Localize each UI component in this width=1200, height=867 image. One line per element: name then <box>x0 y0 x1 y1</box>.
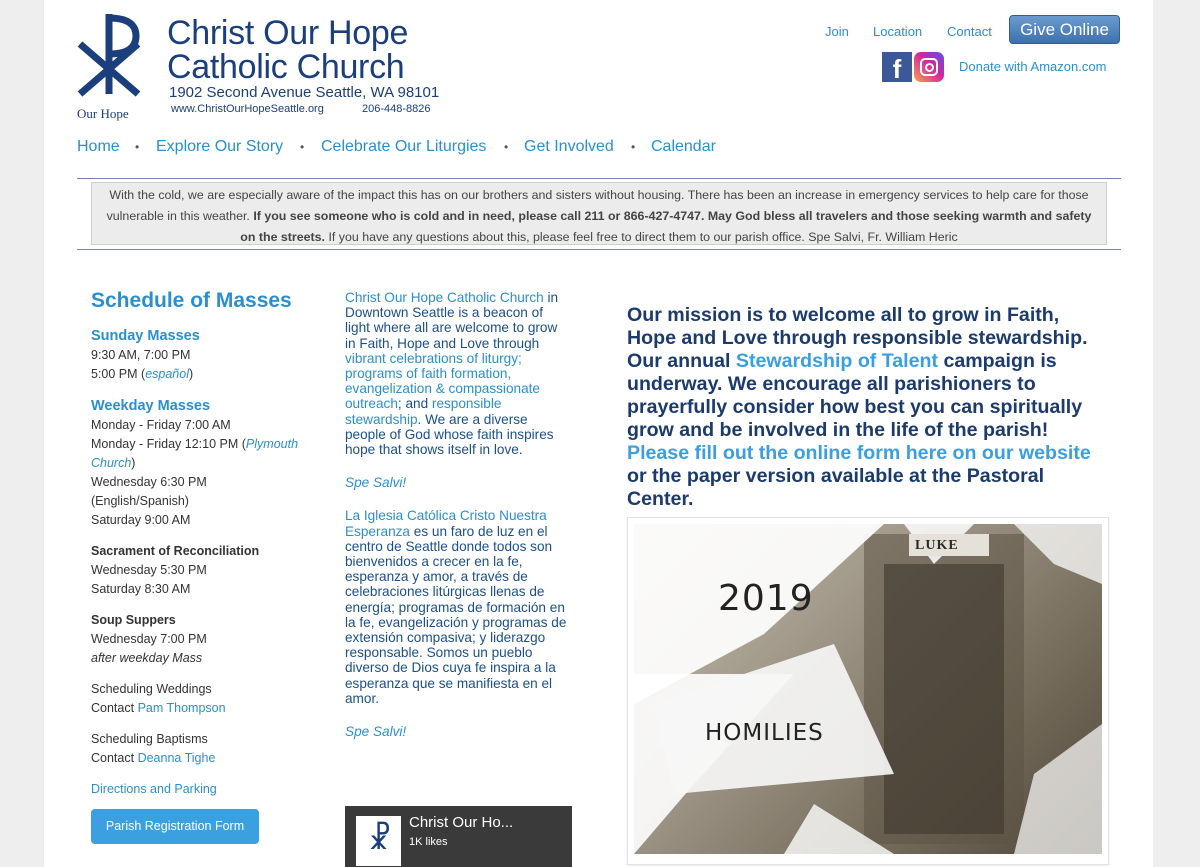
directions-parking-link[interactable]: Directions and Parking <box>91 782 217 796</box>
facebook-page-likes: 1K likes <box>409 836 448 848</box>
contact-link[interactable]: Contact <box>947 24 992 39</box>
weekday-masses-heading: Weekday Masses <box>91 398 211 414</box>
baptisms-label: Scheduling Baptisms <box>91 732 208 746</box>
facebook-page-title[interactable]: Christ Our Ho... <box>409 814 513 831</box>
sunday-times: 9:30 AM, 7:00 PM <box>91 348 191 362</box>
church-name-line1: Christ Our Hope <box>167 14 409 52</box>
about-parish: Christ Our Hope Catholic Church in Downt… <box>345 290 571 757</box>
weekday-time: Saturday 9:00 AM <box>91 513 191 527</box>
location-link[interactable]: Location <box>873 24 922 39</box>
nav-calendar[interactable]: Calendar <box>651 138 716 156</box>
nav-separator: • <box>135 140 140 154</box>
weddings-label: Scheduling Weddings <box>91 682 212 696</box>
facebook-page-thumbnail: ☧ <box>356 816 401 866</box>
notice-divider-bottom <box>77 249 1121 250</box>
nav-celebrate-our-liturgies[interactable]: Celebrate Our Liturgies <box>321 138 486 156</box>
spe-salvi-spanish: Spe Salvi! <box>345 724 407 740</box>
soup-suppers-heading: Soup Suppers <box>91 613 176 627</box>
church-website: www.ChristOurHopeSeattle.org <box>171 103 324 115</box>
reconciliation-time: Wednesday 5:30 PM <box>91 563 207 577</box>
promo-title: HOMILIES <box>705 720 824 746</box>
nav-explore-our-story[interactable]: Explore Our Story <box>156 138 283 156</box>
homilies-promo[interactable]: LUKE 2019 HOMILIES <box>627 517 1109 865</box>
nav-separator: • <box>631 140 636 154</box>
facebook-icon[interactable]: f <box>882 52 912 84</box>
cold-weather-notice: With the cold, we are especially aware o… <box>91 182 1107 245</box>
join-link[interactable]: Join <box>825 24 849 39</box>
nav-get-involved[interactable]: Get Involved <box>524 138 614 156</box>
logo-text: Our Hope <box>77 106 129 121</box>
about-english: Christ Our Hope Catholic Church in Downt… <box>345 290 559 458</box>
reconciliation-heading: Sacrament of Reconciliation <box>91 544 260 558</box>
nav-separator: • <box>504 140 509 154</box>
nav-home[interactable]: Home <box>77 138 120 156</box>
deanna-tighe-link[interactable]: Deanna Tighe <box>138 751 216 765</box>
facebook-page-widget[interactable]: ☧ Christ Our Ho... 1K likes <box>345 806 572 867</box>
soup-suppers-time: Wednesday 7:00 PM <box>91 632 207 646</box>
page: Our Hope Christ Our Hope Catholic Church… <box>44 0 1153 867</box>
church-name-line2: Catholic Church <box>167 48 405 86</box>
weekday-language: (English/Spanish) <box>91 494 189 508</box>
church-phone: 206-448-8826 <box>362 103 431 115</box>
sunday-spanish-time: 5:00 PM (español) <box>91 367 194 381</box>
give-online-button[interactable]: Give Online <box>1009 15 1120 44</box>
online-form-link[interactable]: Please fill out the online form here on … <box>627 442 1091 464</box>
sunday-masses-heading: Sunday Masses <box>91 328 200 344</box>
nav-separator: • <box>300 140 305 154</box>
schedule-title: Schedule of Masses <box>91 289 292 312</box>
about-spanish: La Iglesia Católica Cristo Nuestra Esper… <box>345 508 567 706</box>
stewardship-of-talent-link[interactable]: Stewardship of Talent <box>736 350 938 372</box>
weekday-time: Wednesday 6:30 PM <box>91 475 207 489</box>
spe-salvi: Spe Salvi! <box>345 475 407 491</box>
donate-amazon-link[interactable]: Donate with Amazon.com <box>959 59 1106 74</box>
church-link[interactable]: Christ Our Hope Catholic Church <box>345 290 544 305</box>
notice-text-end: If you have any questions about this, pl… <box>325 230 958 244</box>
church-address: 1902 Second Avenue Seattle, WA 98101 <box>169 84 440 101</box>
espanol-link[interactable]: español <box>145 367 189 381</box>
weekday-time-plymouth: Monday - Friday 12:10 PM (Plymouth Churc… <box>91 437 299 470</box>
notice-divider-top <box>77 178 1121 179</box>
mass-schedule: Schedule of Masses Sunday Masses 9:30 AM… <box>91 288 321 844</box>
parish-registration-button[interactable]: Parish Registration Form <box>91 809 259 844</box>
promo-year: 2019 <box>718 578 814 619</box>
chi-rho-logo[interactable]: Our Hope <box>74 10 149 122</box>
instagram-icon[interactable] <box>914 52 944 82</box>
promo-inscription: LUKE <box>915 538 959 553</box>
homilies-photo: LUKE 2019 HOMILIES <box>634 524 1102 854</box>
weekday-time: Monday - Friday 7:00 AM <box>91 418 231 432</box>
reconciliation-time: Saturday 8:30 AM <box>91 582 191 596</box>
church-name[interactable]: Christ Our Hope Catholic Church <box>167 16 408 84</box>
mission-statement: Our mission is to welcome all to grow in… <box>627 304 1091 510</box>
pam-thompson-link[interactable]: Pam Thompson <box>138 701 226 715</box>
soup-suppers-note: after weekday Mass <box>91 651 203 665</box>
